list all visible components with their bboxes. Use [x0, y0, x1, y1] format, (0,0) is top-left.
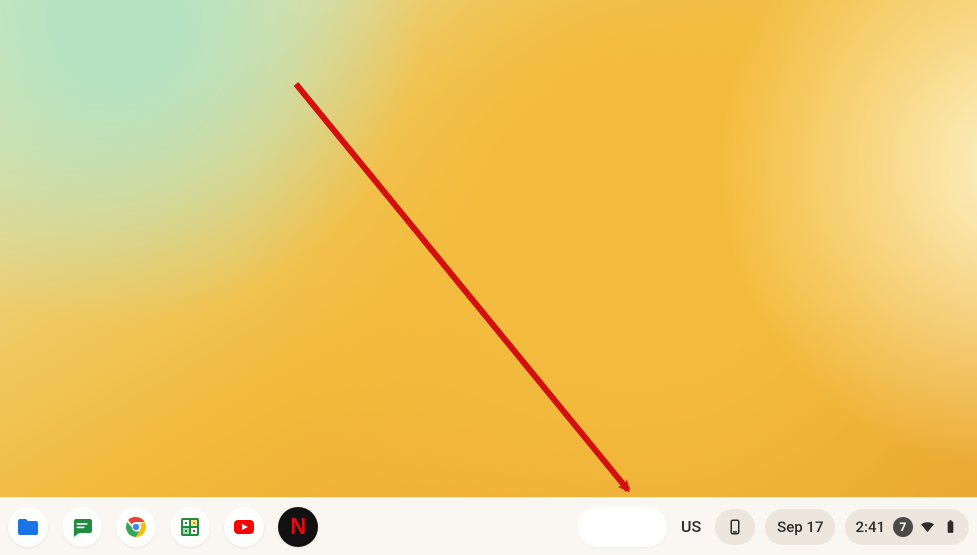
phone-hub-button[interactable] [715, 509, 755, 545]
holding-space-recent[interactable] [577, 507, 667, 547]
calendar-date-button[interactable]: Sep 17 [765, 509, 835, 545]
calculator-icon[interactable] [170, 507, 210, 547]
phone-icon [726, 518, 744, 536]
google-chat-icon[interactable] [62, 507, 102, 547]
chat-bubble-icon [70, 515, 94, 539]
netflix-icon[interactable]: N [278, 507, 318, 547]
shelf-status-area: US Sep 17 2:41 7 [577, 507, 969, 547]
shelf-pinned-apps: N [8, 507, 318, 547]
clock-time: 2:41 [855, 518, 885, 536]
ime-switcher[interactable]: US [677, 517, 705, 536]
holding-space[interactable] [577, 507, 667, 547]
calculator-grid-icon [178, 515, 202, 539]
youtube-logo-icon [232, 515, 256, 539]
calendar-date-label: Sep 17 [777, 518, 823, 536]
youtube-icon[interactable] [224, 507, 264, 547]
status-tray[interactable]: 2:41 7 [845, 509, 969, 545]
netflix-n-glyph: N [290, 515, 306, 538]
desktop-wallpaper [0, 0, 977, 555]
wifi-icon [919, 518, 936, 535]
files-app-icon[interactable] [8, 507, 48, 547]
shelf: N US Sep 17 2:41 7 [0, 497, 977, 555]
notification-count-badge: 7 [893, 517, 913, 537]
chrome-logo-icon [124, 515, 148, 539]
battery-icon [942, 518, 959, 535]
chrome-icon[interactable] [116, 507, 156, 547]
folder-icon [16, 515, 40, 539]
